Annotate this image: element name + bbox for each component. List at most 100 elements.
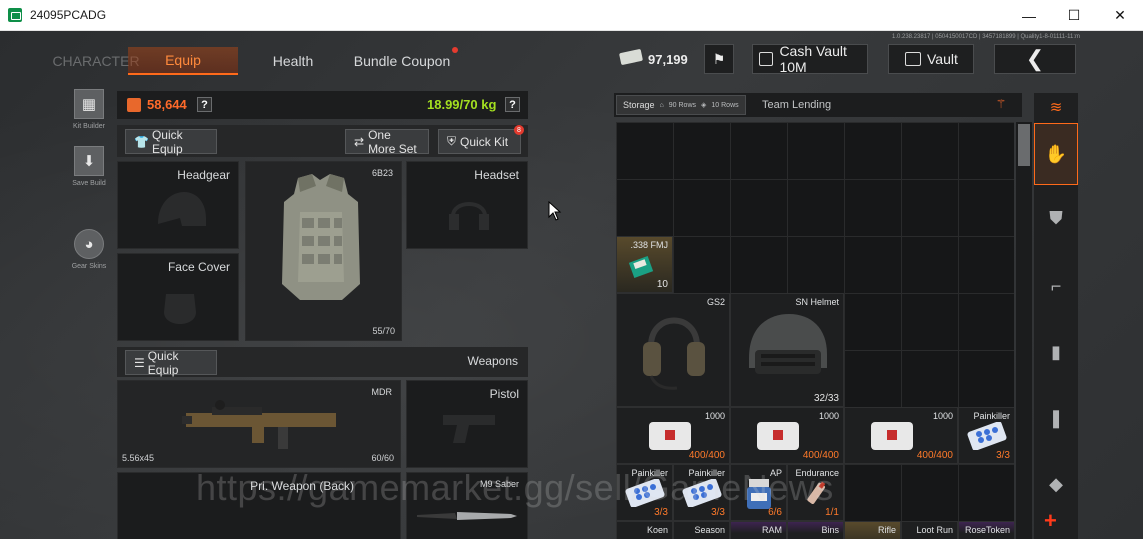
version-text: 1.0.238.23817 | 0504150017CD | 345718189…: [892, 34, 1081, 40]
window-title: 24095PCADG: [30, 8, 107, 22]
storage-rows-10: 10 Rows: [711, 101, 739, 109]
storage-scroll-thumb[interactable]: [1018, 124, 1030, 166]
headset-slot[interactable]: Headset: [406, 161, 528, 249]
tab-bundle-coupon[interactable]: Bundle Coupon: [350, 47, 454, 75]
add-icon[interactable]: +: [1044, 508, 1057, 534]
cash-vault-button[interactable]: Cash Vault 10M: [752, 43, 868, 75]
minimize-button[interactable]: —: [1006, 0, 1052, 31]
weight-value: 18.99/70 kg: [427, 97, 497, 112]
kit-builder-icon: ▦: [74, 89, 104, 119]
back-arrow-icon: ❮: [1025, 46, 1045, 71]
item-name: Painkiller: [973, 411, 1010, 421]
item-count: 10: [656, 279, 668, 290]
headset-image: [643, 317, 705, 390]
pistol-label: Pistol: [489, 387, 519, 401]
gear-skins-icon: ◕: [74, 229, 104, 259]
operator-button[interactable]: ⚑: [704, 44, 734, 74]
money-value: 58,644: [147, 97, 187, 112]
primary-weapon-name: MDR: [371, 387, 393, 397]
pill-pack-icon: [967, 422, 1007, 450]
money-icon: [127, 98, 141, 112]
storage-item-medkit-3[interactable]: 1000 400/400: [844, 407, 958, 464]
armor-slot[interactable]: 6B23 55/70: [245, 161, 402, 341]
save-build-tool[interactable]: ⬇ Save Build: [64, 146, 114, 187]
weight-help-icon[interactable]: ?: [505, 97, 520, 112]
one-more-set-label: One More Set: [368, 127, 417, 156]
quick-kit-badge: 8: [514, 125, 524, 135]
item-name: Koen: [646, 525, 668, 535]
back-button[interactable]: ❮: [994, 44, 1076, 74]
money-help-icon[interactable]: ?: [197, 97, 212, 112]
gear-skins-tool[interactable]: ◕ Gear Skins: [64, 229, 114, 270]
storage-item-gs2[interactable]: GS2: [616, 293, 730, 407]
storage-header: Storage ⌂ 90 Rows ◈ 10 Rows Team Lending…: [614, 93, 1022, 117]
storage-item-medkit-2[interactable]: 1000 400/400: [730, 407, 844, 464]
stat-bar: 58,644 ? 18.99/70 kg ?: [117, 91, 528, 119]
helmet-image: [749, 314, 827, 374]
storage-rows-90: 90 Rows: [668, 101, 696, 109]
hand-icon[interactable]: ✋: [1034, 123, 1078, 185]
kit-builder-label: Kit Builder: [73, 123, 105, 130]
rifle-image: [182, 400, 336, 449]
save-build-label: Save Build: [72, 180, 106, 187]
bag-icon[interactable]: ◆: [1034, 453, 1078, 515]
storage-tab-label: Storage: [623, 100, 655, 110]
mouse-cursor-icon: [548, 201, 562, 221]
armor-name: 6B23: [371, 168, 393, 178]
headgear-slot[interactable]: Headgear: [117, 161, 239, 249]
storage-item-painkiller-1[interactable]: Painkiller 3/3: [958, 407, 1014, 464]
weapons-bar: ☰ Quick Equip Weapons: [117, 347, 528, 377]
list-icon: ☰: [134, 355, 145, 370]
item-count: 400/400: [688, 450, 725, 461]
face-cover-placeholder-icon: [164, 294, 196, 324]
tab-health[interactable]: Health: [258, 47, 328, 75]
weapons-title: Weapons: [467, 354, 518, 368]
notification-dot: [452, 47, 458, 53]
tab-character[interactable]: CHARACTER: [52, 47, 139, 75]
close-button[interactable]: ✕: [1097, 0, 1143, 31]
primary-weapon-slot[interactable]: MDR 5.56x45 60/60: [117, 380, 401, 468]
rifle-icon[interactable]: ⌐: [1034, 255, 1078, 317]
weapons-quick-equip-button[interactable]: ☰ Quick Equip: [125, 348, 217, 377]
primary-weapon-caliber: 5.56x45: [122, 453, 155, 463]
vault-button[interactable]: Vault: [888, 44, 974, 74]
item-name: RoseToken: [964, 525, 1010, 535]
body-armor-image: [282, 174, 360, 300]
team-lending-tab[interactable]: Team Lending: [762, 99, 831, 111]
face-cover-slot[interactable]: Face Cover: [117, 253, 239, 341]
helmet-placeholder-icon: [158, 192, 206, 226]
kit-builder-tool[interactable]: ▦ Kit Builder: [64, 89, 114, 130]
item-count: 400/400: [802, 450, 839, 461]
sort-icon[interactable]: ⚚: [988, 97, 1014, 113]
storage-stack-icon[interactable]: ≋: [1034, 93, 1078, 121]
item-count: 32/33: [813, 393, 839, 404]
headgear-label: Headgear: [177, 168, 230, 182]
storage-tab[interactable]: Storage ⌂ 90 Rows ◈ 10 Rows: [616, 95, 746, 115]
storage-item-sn-helmet[interactable]: SN Helmet 32/33: [730, 293, 844, 407]
armor-icon[interactable]: ⛊: [1034, 187, 1078, 249]
magazine-icon[interactable]: ▮: [1034, 321, 1078, 383]
quick-kit-button[interactable]: ⛨ Quick Kit 8: [438, 125, 524, 154]
pistol-slot[interactable]: Pistol: [406, 380, 528, 468]
maximize-button[interactable]: ☐: [1051, 0, 1097, 31]
tag-icon: ◈: [701, 102, 707, 109]
storage-item-338-fmj[interactable]: .338 FMJ 10: [616, 236, 673, 293]
storage-scrollbar[interactable]: [1016, 122, 1032, 542]
app-icon: [8, 8, 22, 22]
quick-kit-label: Quick Kit: [460, 134, 509, 149]
quick-equip-button[interactable]: 👕 Quick Equip: [125, 127, 217, 156]
storage-item-medkit-1[interactable]: 1000 400/400: [616, 407, 730, 464]
weapons-quick-equip-label: Quick Equip: [147, 348, 179, 377]
item-name: 1000: [818, 411, 839, 421]
item-name: Season: [694, 525, 725, 535]
cash-icon: [618, 48, 644, 66]
item-name: 1000: [932, 411, 953, 421]
swap-icon: ⇄: [354, 134, 365, 149]
bottom-strip: [0, 539, 1143, 546]
tab-equip[interactable]: Equip: [128, 47, 238, 75]
ammo-icon[interactable]: ❚: [1034, 387, 1078, 449]
quick-equip-label: Quick Equip: [151, 127, 183, 156]
watermark: https://gamemarket.gg/sell/GameNews: [196, 467, 834, 508]
one-more-set-button[interactable]: ⇄ One More Set: [345, 127, 429, 156]
cash-vault-icon: [759, 52, 774, 66]
